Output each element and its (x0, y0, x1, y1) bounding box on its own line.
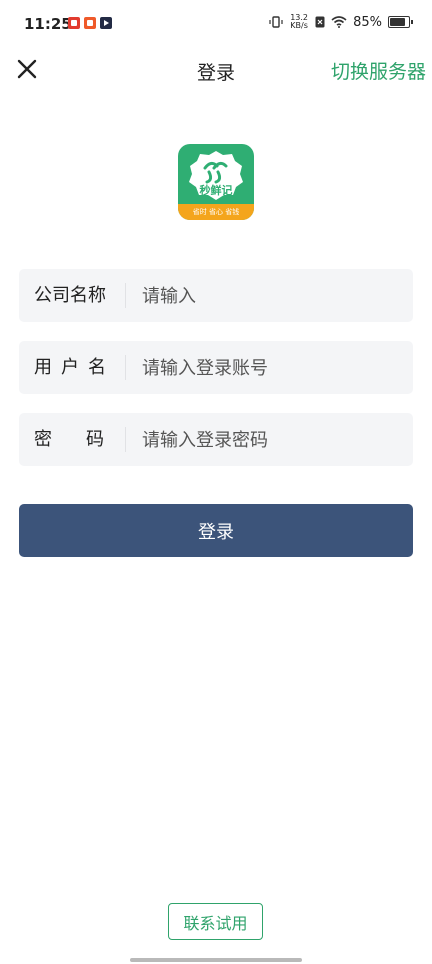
field-divider (125, 427, 126, 452)
password-label: 密码 (34, 429, 138, 450)
switch-server-button[interactable]: 切换服务器 (331, 57, 426, 84)
app-logo: 秒鲜记 省时 省心 省钱 (178, 144, 254, 220)
status-bar: 11:25 13.2 KB/s 85% (0, 0, 432, 50)
logo-slogan: 省时 省心 省钱 (192, 208, 240, 216)
network-speed-unit: KB/s (290, 21, 308, 30)
wifi-icon (331, 16, 347, 28)
battery-icon (388, 16, 413, 28)
home-indicator[interactable] (130, 958, 302, 962)
vibrate-icon (269, 16, 283, 28)
password-input[interactable] (140, 413, 404, 468)
battery-percent: 85% (353, 14, 382, 30)
username-field[interactable]: 用户名 (19, 341, 413, 396)
logo-name: 秒鲜记 (199, 184, 233, 197)
username-input[interactable] (140, 341, 404, 396)
app-notification-icon (84, 17, 96, 29)
username-label: 用户名 (34, 357, 115, 378)
field-divider (125, 355, 126, 380)
contact-trial-button[interactable]: 联系试用 (168, 903, 263, 940)
company-field[interactable]: 公司名称 (19, 269, 413, 324)
field-divider (125, 283, 126, 308)
play-icon (100, 17, 112, 29)
sim-icon (315, 16, 325, 28)
app-notification-icon (68, 17, 80, 29)
login-button[interactable]: 登录 (19, 504, 413, 557)
company-label: 公司名称 (34, 285, 106, 306)
status-app-icons (68, 17, 112, 29)
password-field[interactable]: 密码 (19, 413, 413, 468)
status-time: 11:25 (24, 15, 72, 33)
company-input[interactable] (140, 269, 404, 324)
status-indicators: 13.2 KB/s 85% (269, 14, 413, 30)
header: 登录 切换服务器 (0, 50, 432, 92)
network-speed: 13.2 KB/s (289, 14, 309, 30)
